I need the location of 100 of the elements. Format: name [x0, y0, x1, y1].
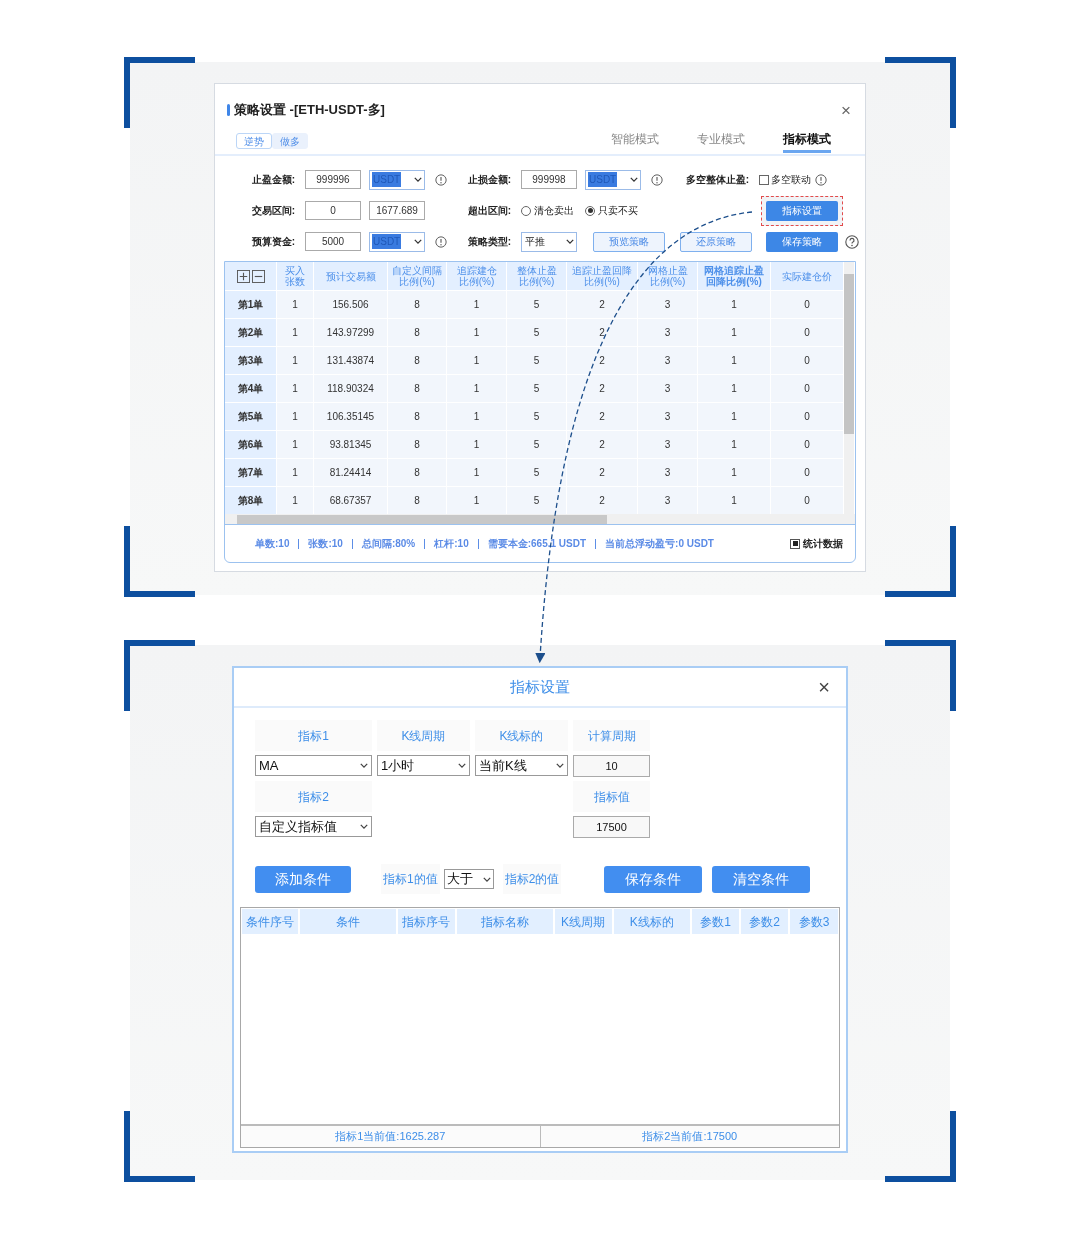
table-cell: 3 [638, 459, 698, 486]
field-label: 指标1 [255, 720, 372, 751]
table-cell: 1 [277, 375, 314, 402]
dialog-title: 策略设置 -[ETH-USDT-多] [234, 101, 385, 120]
table-cell: 5 [507, 459, 567, 486]
scrollbar-thumb[interactable] [844, 274, 854, 434]
corner-bracket [124, 640, 195, 711]
column-header: 网格追踪止盈回降比例(%) [698, 262, 771, 290]
stat-text: 杠杆:10 [434, 537, 469, 551]
table-cell: 2 [567, 487, 638, 514]
table-cell: 156.506 [314, 291, 388, 318]
row-header: 第2单 [225, 319, 277, 346]
table-cell: 8 [388, 291, 447, 318]
column-header: 自定义间隔比例(%) [388, 262, 447, 290]
chevron-icon [360, 763, 368, 768]
stat-text: 张数:10 [308, 537, 343, 551]
chevron-icon [360, 824, 368, 829]
table-cell: 81.24414 [314, 459, 388, 486]
tag[interactable]: 逆势 [236, 133, 272, 149]
radio-label: 只卖不买 [598, 204, 638, 218]
column-header: 指标序号 [397, 909, 455, 934]
vertical-scrollbar[interactable] [844, 262, 854, 514]
table-cell: 118.90324 [314, 375, 388, 402]
chevron-icon [414, 177, 422, 182]
primary-button[interactable]: 指标设置 [766, 200, 838, 221]
select-field[interactable]: 大于 [443, 869, 494, 889]
table-cell: 8 [388, 375, 447, 402]
table-cell: 8 [388, 347, 447, 374]
checkbox[interactable] [790, 538, 800, 549]
corner-bracket [885, 1111, 956, 1182]
field-label: 交易区间: [250, 204, 296, 218]
field-label: 计算周期 [573, 720, 650, 751]
mode-tab[interactable]: 智能模式 [611, 129, 659, 153]
input-field[interactable]: 999996 [305, 170, 361, 189]
select-field[interactable]: 自定义指标值 [255, 816, 372, 837]
table-cell: 1 [447, 403, 507, 430]
table-cell: 131.43874 [314, 347, 388, 374]
mode-tab[interactable]: 指标模式 [783, 129, 831, 153]
table-cell: 8 [388, 459, 447, 486]
table-cell: 1 [447, 487, 507, 514]
corner-bracket [885, 640, 956, 711]
row-header: 第8单 [225, 487, 277, 514]
table-cell: 2 [567, 347, 638, 374]
dialog-title: 指标设置 [510, 676, 570, 697]
column-header: 条件序号 [242, 909, 298, 934]
input-field[interactable]: 0 [305, 201, 361, 220]
column-header: 实际建仓价 [771, 262, 844, 290]
table-cell: 0 [771, 431, 844, 458]
expand-icon [236, 269, 250, 283]
status-text: 指标1当前值:1625.287 [241, 1126, 540, 1147]
field-label: 预算资金: [250, 235, 296, 249]
field-label: 止盈金额: [250, 173, 296, 187]
field-label: 止损金额: [466, 173, 512, 187]
corner-bracket [124, 1111, 195, 1182]
table-cell: 8 [388, 487, 447, 514]
table-cell: 0 [771, 459, 844, 486]
mode-tab[interactable]: 专业模式 [697, 129, 745, 153]
radio-button[interactable] [585, 205, 595, 216]
select-field[interactable]: 1小时 [377, 755, 470, 776]
table-cell: 1 [698, 319, 771, 346]
column-header: 整体止盈比例(%) [507, 262, 567, 290]
select-field[interactable]: 平推 [521, 231, 577, 252]
close-button[interactable]: × [841, 101, 851, 119]
chevron-icon [566, 239, 574, 244]
scrollbar-thumb[interactable] [237, 514, 607, 524]
table-cell: 8 [388, 431, 447, 458]
corner-bracket [124, 57, 195, 128]
table-cell: 1 [277, 319, 314, 346]
horizontal-scrollbar[interactable] [225, 514, 855, 524]
table-cell: 1 [447, 347, 507, 374]
table-cell: 5 [507, 487, 567, 514]
table-cell: 2 [567, 403, 638, 430]
stat-text: 需要本金:665.1 USDT [487, 537, 587, 551]
checkbox[interactable] [759, 174, 769, 185]
table-cell: 1 [698, 375, 771, 402]
column-header: 预计交易额 [314, 262, 388, 290]
corner-bracket [885, 57, 956, 128]
input-field[interactable]: 10 [573, 755, 650, 777]
column-header: 网格止盈比例(%) [638, 262, 698, 290]
stat-text: 总间隔:80% [361, 537, 416, 551]
primary-button[interactable]: 保存策略 [766, 231, 838, 252]
table-cell: 0 [771, 403, 844, 430]
input-field[interactable]: 1677.689 [369, 201, 425, 220]
input-field[interactable]: 999998 [521, 170, 577, 189]
table-cell: 5 [507, 431, 567, 458]
table-cell: 0 [771, 487, 844, 514]
checkbox-label: 统计数据 [803, 537, 843, 551]
table-cell: 1 [698, 459, 771, 486]
radio-button[interactable] [521, 205, 531, 216]
column-header: 参数1 [691, 909, 739, 934]
table-cell: 2 [567, 459, 638, 486]
input-field[interactable]: 5000 [305, 232, 361, 251]
table-cell: 68.67357 [314, 487, 388, 514]
table-cell: 1 [277, 291, 314, 318]
close-button[interactable]: × [818, 677, 830, 697]
select-field[interactable]: MA [255, 755, 372, 776]
table-cell: 1 [277, 487, 314, 514]
input-field[interactable]: 17500 [573, 816, 650, 838]
table-cell: 2 [567, 319, 638, 346]
select-field[interactable]: 当前K线 [475, 755, 568, 776]
